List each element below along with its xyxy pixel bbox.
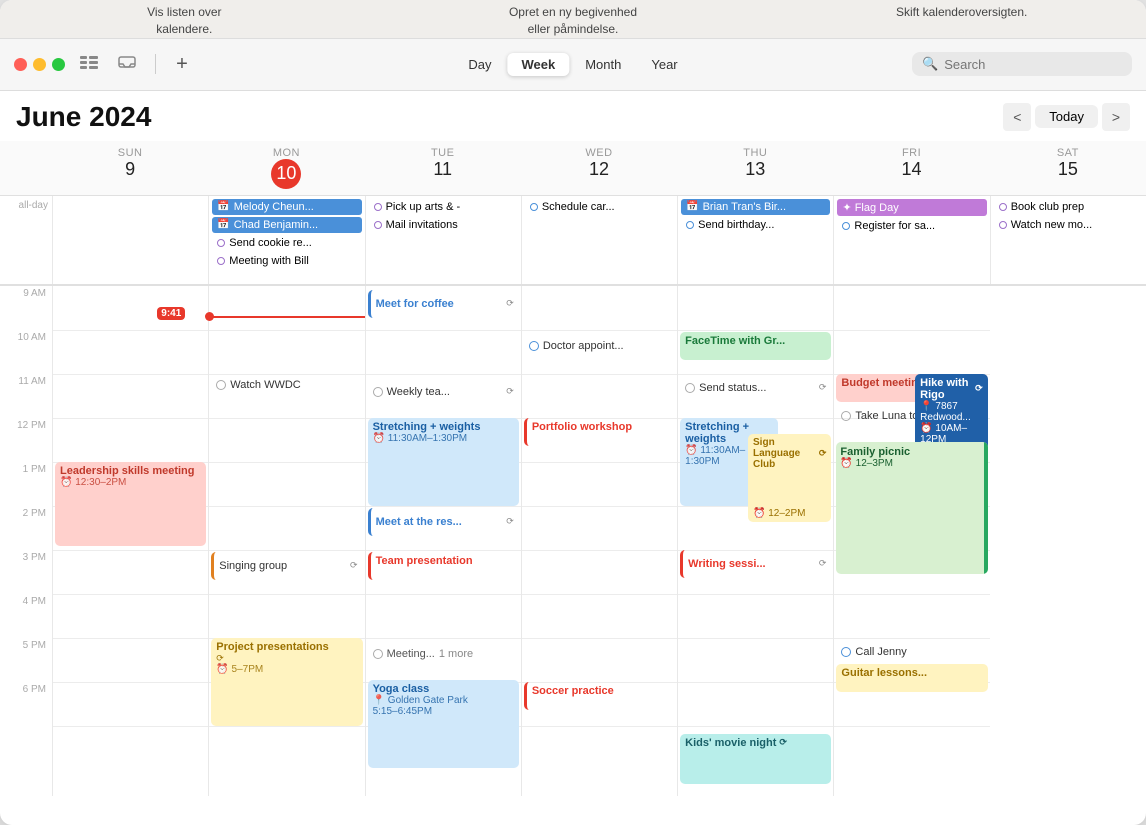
event-send-status[interactable]: Send status... ⟳	[680, 374, 831, 402]
day-header-thu: THU 13	[677, 141, 833, 195]
day-header-mon: MON 10	[208, 141, 364, 195]
allday-event-fri-1[interactable]: ✦ Flag Day	[837, 199, 986, 216]
event-leadership[interactable]: Leadership skills meeting ⏰ 12:30–2PM	[55, 462, 206, 546]
allday-cell-mon: 📅 Melody Cheun... 📅 Chad Benjamin... Sen…	[208, 196, 364, 284]
event-team-presentation[interactable]: Team presentation	[368, 552, 519, 580]
add-event-button[interactable]: +	[170, 52, 194, 76]
day-header-sun: SUN 9	[52, 141, 208, 195]
day-col-tue: Meet for coffee ⟳ Weekly tea... ⟳ Stretc…	[365, 286, 521, 796]
allday-event-tue-2[interactable]: Mail invitations	[369, 217, 518, 233]
event-soccer[interactable]: Soccer practice	[524, 682, 675, 710]
tooltip-new-event: Opret en ny begivenhedeller påmindelse.	[473, 4, 673, 38]
day-col-sun: Leadership skills meeting ⏰ 12:30–2PM	[52, 286, 208, 796]
allday-event-mon-2[interactable]: 📅 Chad Benjamin...	[212, 217, 361, 233]
event-doctor[interactable]: Doctor appoint...	[524, 332, 675, 360]
event-weekly-tea[interactable]: Weekly tea... ⟳	[368, 378, 519, 406]
day-header-sat: SAT 15	[990, 141, 1146, 195]
view-month-button[interactable]: Month	[571, 53, 635, 76]
day-header-fri: FRI 14	[833, 141, 989, 195]
event-writing[interactable]: Writing sessi... ⟳	[680, 550, 831, 578]
day-header-tue: TUE 11	[365, 141, 521, 195]
allday-event-thu-1[interactable]: 📅 Brian Tran's Bir...	[681, 199, 830, 215]
maximize-button[interactable]	[52, 58, 65, 71]
allday-label: all-day	[0, 196, 52, 284]
view-switcher: Day Week Month Year	[454, 53, 691, 76]
allday-event-thu-2[interactable]: Send birthday...	[681, 217, 830, 233]
allday-event-tue-1[interactable]: Pick up arts & -	[369, 199, 518, 215]
allday-cell-sat: Book club prep Watch new mo...	[990, 196, 1146, 284]
allday-cell-sun	[52, 196, 208, 284]
event-facetime[interactable]: FaceTime with Gr...	[680, 332, 831, 360]
search-box[interactable]: 🔍	[912, 52, 1132, 76]
view-day-button[interactable]: Day	[454, 53, 505, 76]
allday-cell-thu: 📅 Brian Tran's Bir... Send birthday...	[677, 196, 833, 284]
allday-event-mon-1[interactable]: 📅 Melody Cheun...	[212, 199, 361, 215]
prev-button[interactable]: <	[1003, 103, 1031, 131]
event-portfolio[interactable]: Portfolio workshop	[524, 418, 675, 446]
event-meeting-more[interactable]: Meeting... 1 more	[368, 640, 519, 668]
minimize-button[interactable]	[33, 58, 46, 71]
separator	[155, 54, 156, 74]
close-button[interactable]	[14, 58, 27, 71]
calendar-list-icon[interactable]	[75, 53, 103, 75]
allday-cell-tue: Pick up arts & - Mail invitations	[365, 196, 521, 284]
event-yoga[interactable]: Yoga class 📍 Golden Gate Park 5:15–6:45P…	[368, 680, 519, 768]
allday-area: all-day 📅 Melody Cheun... 📅 Chad Benjami…	[0, 196, 1146, 286]
event-meet-coffee[interactable]: Meet for coffee ⟳	[368, 290, 519, 318]
search-input[interactable]	[944, 57, 1122, 72]
allday-event-wed-1[interactable]: Schedule car...	[525, 199, 674, 215]
allday-cell-fri: ✦ Flag Day Register for sa...	[833, 196, 989, 284]
day-col-mon: 9:41 Watch WWDC Singing group ⟳ Project	[208, 286, 364, 796]
month-title: June 2024	[16, 101, 151, 133]
event-meet-res[interactable]: Meet at the res... ⟳	[368, 508, 519, 536]
time-grid-wrapper: 9 AM 10 AM 11 AM 12 PM 1 PM 2 PM 3 PM 4 …	[0, 286, 1146, 825]
event-family-picnic[interactable]: Family picnic ⏰ 12–3PM	[836, 442, 987, 574]
event-sign-language[interactable]: Sign Language Club ⟳ ⏰ 12–2PM	[748, 434, 831, 522]
day-col-fri: Budget meeting Take Luna to th... Hike w…	[833, 286, 989, 796]
day-headers-row: SUN 9 MON 10 TUE 11 WED 12 THU 13 FRI 14	[0, 141, 1146, 196]
today-button[interactable]: Today	[1035, 105, 1098, 128]
event-project-presentations[interactable]: Project presentations ⟳ ⏰ 5–7PM	[211, 638, 362, 726]
allday-event-sat-2[interactable]: Watch new mo...	[994, 217, 1143, 233]
toolbar-right: 🔍	[912, 52, 1132, 76]
tooltip-calendars: Vis listen overkalendere.	[104, 4, 264, 38]
event-call-jenny[interactable]: Call Jenny	[836, 638, 987, 666]
allday-event-sat-1[interactable]: Book club prep	[994, 199, 1143, 215]
day-header-wed: WED 12	[521, 141, 677, 195]
day-col-thu: FaceTime with Gr... Send status... ⟳ Str…	[677, 286, 833, 796]
titlebar: + Day Week Month Year 🔍	[0, 39, 1146, 91]
view-year-button[interactable]: Year	[637, 53, 691, 76]
allday-event-mon-4[interactable]: Meeting with Bill	[212, 253, 361, 269]
event-kids-movie[interactable]: Kids' movie night ⟳	[680, 734, 831, 784]
event-stretching-tue[interactable]: Stretching + weights ⏰ 11:30AM–1:30PM	[368, 418, 519, 506]
traffic-lights	[14, 58, 65, 71]
allday-event-mon-3[interactable]: Send cookie re...	[212, 235, 361, 251]
event-singing-group[interactable]: Singing group ⟳	[211, 552, 362, 580]
event-guitar[interactable]: Guitar lessons...	[836, 664, 987, 692]
main-window: Vis listen overkalendere. Opret en ny be…	[0, 0, 1146, 825]
month-header: June 2024 < Today >	[0, 91, 1146, 141]
time-grid: 9 AM 10 AM 11 AM 12 PM 1 PM 2 PM 3 PM 4 …	[0, 286, 1146, 796]
view-week-button[interactable]: Week	[507, 53, 569, 76]
search-icon: 🔍	[922, 56, 938, 72]
nav-area: < Today >	[1003, 103, 1130, 131]
tooltip-view-switch: Skift kalenderoversigten.	[882, 4, 1042, 38]
inbox-icon[interactable]	[113, 53, 141, 75]
day-col-wed: Doctor appoint... Portfolio workshop Soc…	[521, 286, 677, 796]
time-col: 9 AM 10 AM 11 AM 12 PM 1 PM 2 PM 3 PM 4 …	[0, 286, 52, 796]
next-button[interactable]: >	[1102, 103, 1130, 131]
calendar-grid: SUN 9 MON 10 TUE 11 WED 12 THU 13 FRI 14	[0, 141, 1146, 825]
allday-cell-wed: Schedule car...	[521, 196, 677, 284]
event-watch-wwdc[interactable]: Watch WWDC	[211, 371, 362, 399]
allday-event-fri-2[interactable]: Register for sa...	[837, 218, 986, 234]
